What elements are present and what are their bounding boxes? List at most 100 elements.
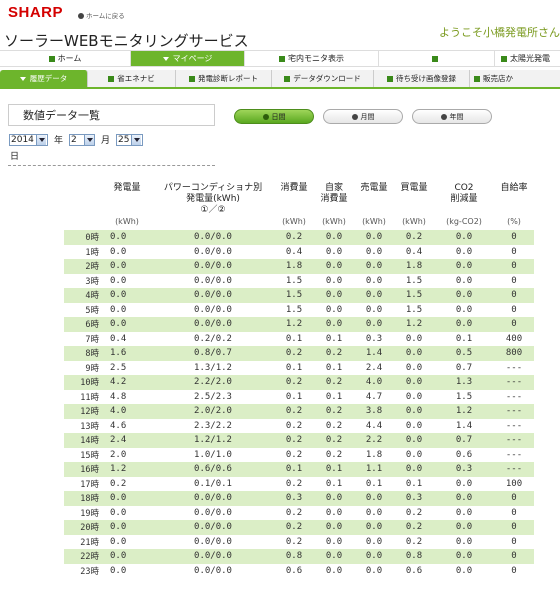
cell-buy: 0.2 xyxy=(394,534,434,549)
cell-rate: 0 xyxy=(494,563,534,578)
nav-solar[interactable]: 太陽光発電 xyxy=(495,51,560,66)
cell-pcs: 0.0/0.0 xyxy=(152,273,274,288)
unit-label: (%) xyxy=(507,217,521,226)
cell-hour: 16時 xyxy=(64,462,102,477)
cell-cons: 1.8 xyxy=(274,259,314,274)
cell-hour: 19時 xyxy=(64,505,102,520)
cell-buy: 1.5 xyxy=(394,273,434,288)
cell-co2: 1.2 xyxy=(434,404,494,419)
cell-hour: 2時 xyxy=(64,259,102,274)
cell-sell: 0.0 xyxy=(354,259,394,274)
cell-gen: 2.5 xyxy=(102,360,152,375)
col-header-consumption: 消費量 xyxy=(280,183,308,193)
cell-cons: 0.2 xyxy=(274,346,314,361)
subnav-square-icon xyxy=(387,75,393,82)
cell-sell: 0.3 xyxy=(354,331,394,346)
subnav-dealer[interactable]: 販売店か xyxy=(470,70,560,87)
cell-sell: 0.0 xyxy=(354,549,394,564)
cell-co2: 0.1 xyxy=(434,331,494,346)
col-header-self-sufficiency: 自給率 xyxy=(500,183,528,193)
divider xyxy=(8,165,215,166)
yearly-button[interactable]: 年間 xyxy=(412,109,492,124)
cell-buy: 1.2 xyxy=(394,317,434,332)
cell-buy: 0.3 xyxy=(394,491,434,506)
nav-home-monitor[interactable]: 宅内モニタ表示 xyxy=(245,51,379,66)
cell-co2: 0.0 xyxy=(434,317,494,332)
nav-mypage[interactable]: マイページ xyxy=(131,51,245,66)
cell-hour: 21時 xyxy=(64,534,102,549)
cell-co2: 1.5 xyxy=(434,389,494,404)
cell-sell: 0.0 xyxy=(354,244,394,259)
cell-self: 0.0 xyxy=(314,259,354,274)
cell-pcs: 0.6/0.6 xyxy=(152,462,274,477)
sharp-logo[interactable]: SHARP xyxy=(8,4,63,21)
cell-rate: 0 xyxy=(494,288,534,303)
cell-self: 0.0 xyxy=(314,244,354,259)
subnav-data-download[interactable]: データダウンロード xyxy=(272,70,374,87)
cell-rate: --- xyxy=(494,433,534,448)
cell-cons: 1.5 xyxy=(274,273,314,288)
cell-buy: 0.1 xyxy=(394,476,434,491)
cell-gen: 4.0 xyxy=(102,404,152,419)
cell-rate: --- xyxy=(494,418,534,433)
cell-sell: 0.0 xyxy=(354,520,394,535)
subnav-wallpaper-register[interactable]: 待ち受け画像登録 xyxy=(374,70,470,87)
table-row: 3時 0.0 0.0/0.0 1.5 0.0 0.0 1.5 0.0 0 xyxy=(64,273,534,288)
table-row: 14時 2.4 1.2/1.2 0.2 0.2 2.2 0.0 0.7 --- xyxy=(64,433,534,448)
cell-pcs: 2.5/2.3 xyxy=(152,389,274,404)
cell-rate: 0 xyxy=(494,491,534,506)
cell-pcs: 2.3/2.2 xyxy=(152,418,274,433)
cell-hour: 23時 xyxy=(64,563,102,578)
day-suffix: 日 xyxy=(10,152,20,162)
col-header-self-consumption: 自家 消費量 xyxy=(320,183,348,204)
subnav-eco-navi[interactable]: 省エネナビ xyxy=(88,70,176,87)
cell-sell: 0.0 xyxy=(354,491,394,506)
cell-sell: 0.0 xyxy=(354,230,394,245)
cell-rate: 800 xyxy=(494,346,534,361)
cell-self: 0.2 xyxy=(314,447,354,462)
unit-label: (kWh) xyxy=(402,217,426,226)
home-link[interactable]: ホームに戻る xyxy=(78,10,125,20)
cell-cons: 0.2 xyxy=(274,230,314,245)
table-row: 4時 0.0 0.0/0.0 1.5 0.0 0.0 1.5 0.0 0 xyxy=(64,288,534,303)
subnav-square-icon xyxy=(474,75,480,82)
cell-buy: 0.6 xyxy=(394,563,434,578)
nav-home[interactable]: ホーム xyxy=(0,51,131,66)
col-header-sell: 売電量 xyxy=(360,183,388,193)
cell-gen: 0.0 xyxy=(102,230,152,245)
radio-dot-icon xyxy=(351,113,358,120)
cell-pcs: 1.2/1.2 xyxy=(152,433,274,448)
cell-self: 0.0 xyxy=(314,273,354,288)
cell-cons: 1.2 xyxy=(274,317,314,332)
month-select[interactable]: 2 xyxy=(69,133,96,146)
cell-sell: 3.8 xyxy=(354,404,394,419)
cell-gen: 4.6 xyxy=(102,418,152,433)
day-select[interactable]: 25 xyxy=(116,133,144,146)
cell-self: 0.2 xyxy=(314,375,354,390)
year-select[interactable]: 2014 xyxy=(9,133,48,146)
cell-pcs: 0.0/0.0 xyxy=(152,288,274,303)
cell-gen: 0.0 xyxy=(102,273,152,288)
subnav-diagnosis-report[interactable]: 発電診断レポート xyxy=(176,70,272,87)
nav-unlabeled[interactable] xyxy=(379,51,495,66)
cell-gen: 0.0 xyxy=(102,505,152,520)
cell-buy: 0.0 xyxy=(394,418,434,433)
cell-buy: 0.4 xyxy=(394,244,434,259)
cell-co2: 0.0 xyxy=(434,534,494,549)
cell-rate: 0 xyxy=(494,317,534,332)
cell-sell: 4.4 xyxy=(354,418,394,433)
nav-square-icon xyxy=(501,55,507,62)
unit-label: (kWh) xyxy=(362,217,386,226)
cell-gen: 1.2 xyxy=(102,462,152,477)
cell-co2: 0.0 xyxy=(434,288,494,303)
subnav-history[interactable]: 履歴データ xyxy=(0,70,88,87)
cell-self: 0.0 xyxy=(314,563,354,578)
cell-buy: 0.0 xyxy=(394,404,434,419)
cell-sell: 0.0 xyxy=(354,273,394,288)
monthly-button[interactable]: 月間 xyxy=(323,109,403,124)
cell-buy: 0.0 xyxy=(394,360,434,375)
cell-hour: 6時 xyxy=(64,317,102,332)
daily-button[interactable]: 日間 xyxy=(234,109,314,124)
table-row: 10時 4.2 2.2/2.0 0.2 0.2 4.0 0.0 1.3 --- xyxy=(64,375,534,390)
cell-hour: 3時 xyxy=(64,273,102,288)
